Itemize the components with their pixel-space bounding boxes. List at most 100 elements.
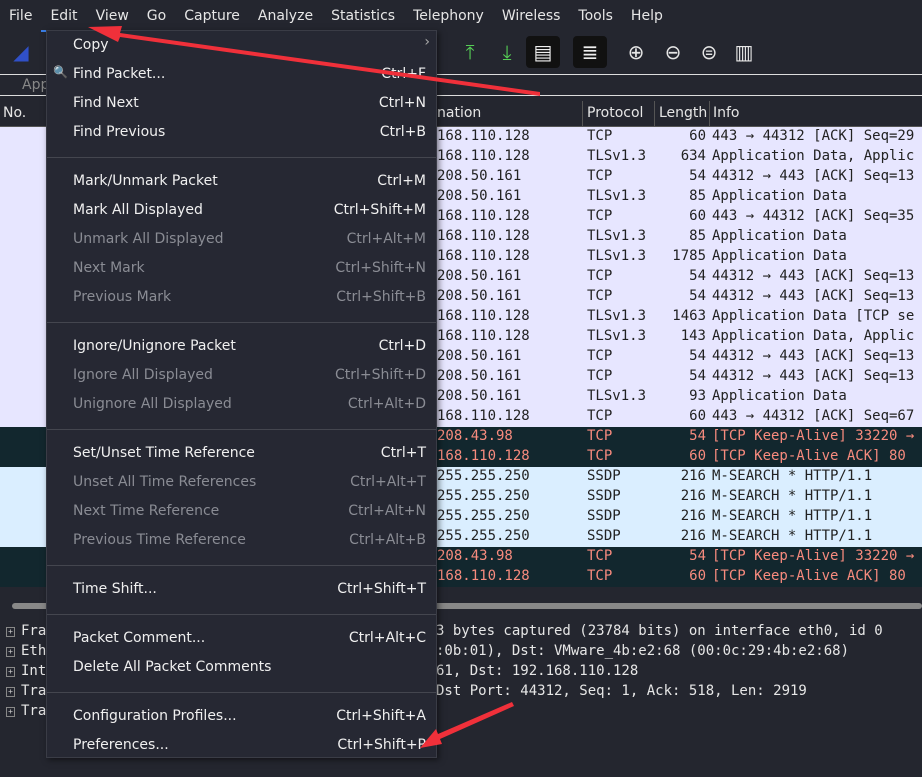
menu-capture[interactable]: Capture <box>175 0 249 32</box>
menu-item-unignore-all-displayed[interactable]: Unignore All Displayed Ctrl+Alt+D <box>47 390 436 419</box>
colorize-icon[interactable]: ≣ <box>573 36 607 68</box>
col-no[interactable]: No. <box>3 105 26 121</box>
col-info[interactable]: Info <box>713 105 740 121</box>
packet-dst: 208.43.98 <box>437 548 513 564</box>
packet-dst: 168.110.128 <box>437 128 530 144</box>
shark-fin-icon[interactable]: ◢ <box>4 36 38 68</box>
resize-columns-icon[interactable]: ▥ <box>727 36 761 68</box>
menu-item-shortcut: Ctrl+Alt+N <box>348 503 426 519</box>
menu-item-time-shift[interactable]: Time Shift... Ctrl+Shift+T <box>47 575 436 604</box>
packet-info: M-SEARCH * HTTP/1.1 <box>712 528 873 544</box>
menu-item-label: Ignore All Displayed <box>73 367 213 383</box>
col-length[interactable]: Length <box>659 105 707 121</box>
go-last-packet-icon[interactable]: ⤓ <box>490 36 524 68</box>
menu-item-label: Next Time Reference <box>73 503 220 519</box>
menu-item-configuration-profiles[interactable]: Configuration Profiles... Ctrl+Shift+A <box>47 702 436 731</box>
packet-dst: 255.255.250 <box>437 468 530 484</box>
menu-telephony[interactable]: Telephony <box>404 0 493 32</box>
detail-text: Dst Port: 44312, Seq: 1, Ack: 518, Len: … <box>436 683 807 699</box>
detail-label: Tra <box>21 703 47 719</box>
packet-dst: 168.110.128 <box>437 208 530 224</box>
menu-item-label: Find Previous <box>73 124 166 140</box>
packet-dst: 168.110.128 <box>437 148 530 164</box>
packet-info: M-SEARCH * HTTP/1.1 <box>712 488 873 504</box>
menu-analyze[interactable]: Analyze <box>249 0 322 32</box>
zoom-reset-icon[interactable]: ⊜ <box>692 36 726 68</box>
menu-bar: File Edit View Go Capture Analyze Statistics Te… <box>0 0 922 32</box>
zoom-in-icon[interactable]: ⊕ <box>619 36 653 68</box>
menu-item-label: Mark All Displayed <box>73 202 203 218</box>
col-destination[interactable]: nation <box>437 105 481 121</box>
packet-len: 54 <box>689 348 706 364</box>
menu-wireless[interactable]: Wireless <box>493 0 570 32</box>
menu-item-ignore-all-displayed[interactable]: Ignore All Displayed Ctrl+Shift+D <box>47 361 436 390</box>
menu-item-find-previous[interactable]: Find Previous Ctrl+B <box>47 118 436 147</box>
packet-proto: SSDP <box>587 488 621 504</box>
menu-item-shortcut: Ctrl+Alt+B <box>349 532 426 548</box>
menu-item-ignore-unignore-packet[interactable]: Ignore/Unignore Packet Ctrl+D <box>47 332 436 361</box>
menu-item-find-next[interactable]: Find Next Ctrl+N <box>47 89 436 118</box>
packet-len: 54 <box>689 368 706 384</box>
menu-file[interactable]: File <box>0 0 41 32</box>
menu-item-shortcut: Ctrl+B <box>379 124 426 140</box>
packet-proto: TCP <box>587 268 613 284</box>
expand-icon[interactable]: + <box>6 647 15 657</box>
menu-item-packet-comment[interactable]: Packet Comment... Ctrl+Alt+C <box>47 624 436 653</box>
menu-separator <box>47 322 436 323</box>
go-first-packet-icon[interactable]: ⤒ <box>453 36 487 68</box>
menu-item-preferences[interactable]: Preferences... Ctrl+Shift+P <box>47 731 436 760</box>
expand-icon[interactable]: + <box>6 687 15 697</box>
menu-item-find-packet[interactable]: Find Packet... Ctrl+F 🔍 <box>47 60 436 89</box>
packet-len: 60 <box>689 208 706 224</box>
menu-edit[interactable]: Edit <box>41 0 87 32</box>
menu-item-delete-all-packet-comments[interactable]: Delete All Packet Comments <box>47 653 436 682</box>
menu-item-shortcut: Ctrl+Shift+B <box>336 289 426 305</box>
menu-item-next-time-reference[interactable]: Next Time Reference Ctrl+Alt+N <box>47 497 436 526</box>
menu-item-label: Find Next <box>73 95 139 111</box>
expand-icon[interactable]: + <box>6 707 15 717</box>
packet-info: [TCP Keep-Alive ACK] 80 <box>712 448 906 464</box>
packet-dst: 208.50.161 <box>437 348 522 364</box>
menu-separator <box>47 157 436 158</box>
packet-proto: SSDP <box>587 528 621 544</box>
packet-proto: TLSv1.3 <box>587 188 647 204</box>
expand-icon[interactable]: + <box>6 627 15 637</box>
menu-item-label: Previous Time Reference <box>73 532 246 548</box>
menu-item-next-mark[interactable]: Next Mark Ctrl+Shift+N <box>47 254 436 283</box>
menu-item-label: Unset All Time References <box>73 474 257 490</box>
menu-item-unmark-all-displayed[interactable]: Unmark All Displayed Ctrl+Alt+M <box>47 225 436 254</box>
autoscroll-icon[interactable]: ▤ <box>526 36 560 68</box>
menu-go[interactable]: Go <box>138 0 175 32</box>
menu-separator <box>47 429 436 430</box>
packet-len: 1785 <box>672 248 706 264</box>
detail-text: :0b:01), Dst: VMware_4b:e2:68 (00:0c:29:… <box>436 643 850 659</box>
zoom-out-icon[interactable]: ⊖ <box>656 36 690 68</box>
menu-statistics[interactable]: Statistics <box>322 0 404 32</box>
menu-item-set-unset-time-reference[interactable]: Set/Unset Time Reference Ctrl+T <box>47 439 436 468</box>
menu-item-previous-mark[interactable]: Previous Mark Ctrl+Shift+B <box>47 283 436 312</box>
menu-tools[interactable]: Tools <box>569 0 622 32</box>
packet-proto: TCP <box>587 128 613 144</box>
menu-item-copy[interactable]: Copy › <box>47 31 436 60</box>
expand-icon[interactable]: + <box>6 667 15 677</box>
menu-item-label: Time Shift... <box>73 581 157 597</box>
packet-proto: SSDP <box>587 468 621 484</box>
menu-item-mark-unmark-packet[interactable]: Mark/Unmark Packet Ctrl+M <box>47 167 436 196</box>
packet-info: Application Data [TCP se <box>712 308 915 324</box>
submenu-chevron-icon: › <box>424 34 430 50</box>
col-protocol[interactable]: Protocol <box>587 105 643 121</box>
menu-view[interactable]: View <box>87 0 138 32</box>
menu-item-mark-all-displayed[interactable]: Mark All Displayed Ctrl+Shift+M <box>47 196 436 225</box>
detail-text: 3 bytes captured (23784 bits) on interfa… <box>436 623 883 639</box>
packet-proto: TLSv1.3 <box>587 308 647 324</box>
packet-len: 54 <box>689 428 706 444</box>
menu-separator <box>47 692 436 693</box>
menu-item-previous-time-reference[interactable]: Previous Time Reference Ctrl+Alt+B <box>47 526 436 555</box>
packet-dst: 168.110.128 <box>437 448 530 464</box>
menu-item-shortcut: Ctrl+Shift+P <box>337 737 426 753</box>
menu-help[interactable]: Help <box>622 0 672 32</box>
packet-len: 54 <box>689 548 706 564</box>
menu-item-unset-all-time-references[interactable]: Unset All Time References Ctrl+Alt+T <box>47 468 436 497</box>
packet-proto: SSDP <box>587 508 621 524</box>
packet-len: 85 <box>689 228 706 244</box>
